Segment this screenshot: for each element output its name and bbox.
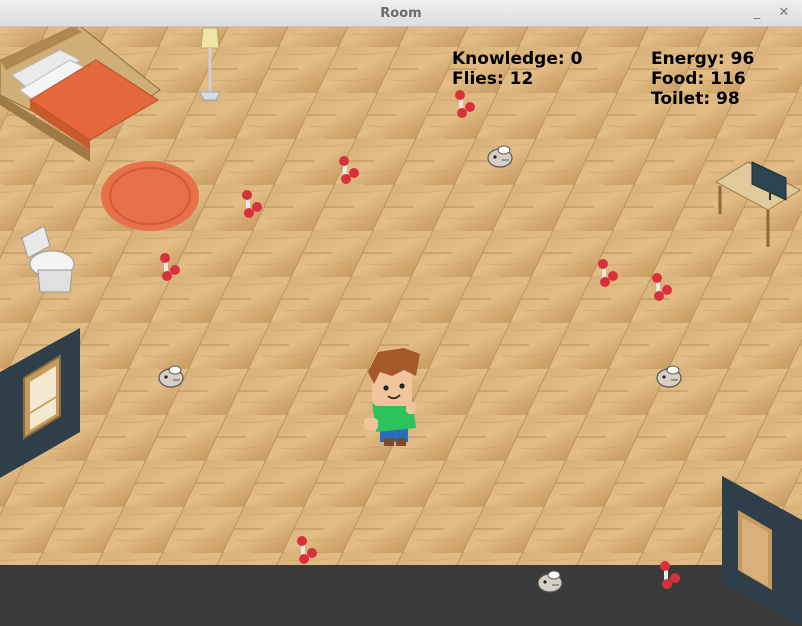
- food-stat: Food: 116: [651, 69, 754, 89]
- hud-stats-left: Knowledge: 0 Flies: 12: [452, 49, 582, 89]
- knowledge-value: 0: [570, 49, 583, 69]
- food-value: 116: [710, 69, 746, 89]
- round-rug: [101, 161, 199, 231]
- knowledge-label: Knowledge:: [452, 49, 565, 69]
- toilet-label: Toilet:: [651, 89, 711, 109]
- toilet-stat: Toilet: 98: [651, 89, 754, 109]
- knowledge-stat: Knowledge: 0: [452, 49, 582, 69]
- game-scene[interactable]: [0, 27, 802, 626]
- game-window: Room _ ✕ Knowledge: 0 Flies: 12 Energy: …: [0, 0, 802, 626]
- energy-stat: Energy: 96: [651, 49, 754, 69]
- flies-stat: Flies: 12: [452, 69, 582, 89]
- minimize-button[interactable]: _: [749, 5, 765, 21]
- flies-value: 12: [509, 69, 534, 89]
- flies-label: Flies:: [452, 69, 504, 89]
- bottom-wall-strip: [0, 565, 802, 626]
- title-bar[interactable]: Room _ ✕: [0, 0, 802, 27]
- hud-stats-right: Energy: 96 Food: 116 Toilet: 98: [651, 49, 754, 109]
- close-button[interactable]: ✕: [776, 5, 792, 21]
- energy-value: 96: [730, 49, 755, 69]
- food-label: Food:: [651, 69, 705, 89]
- window-title: Room: [380, 6, 422, 21]
- toilet-value: 98: [716, 89, 740, 109]
- energy-label: Energy:: [651, 49, 725, 69]
